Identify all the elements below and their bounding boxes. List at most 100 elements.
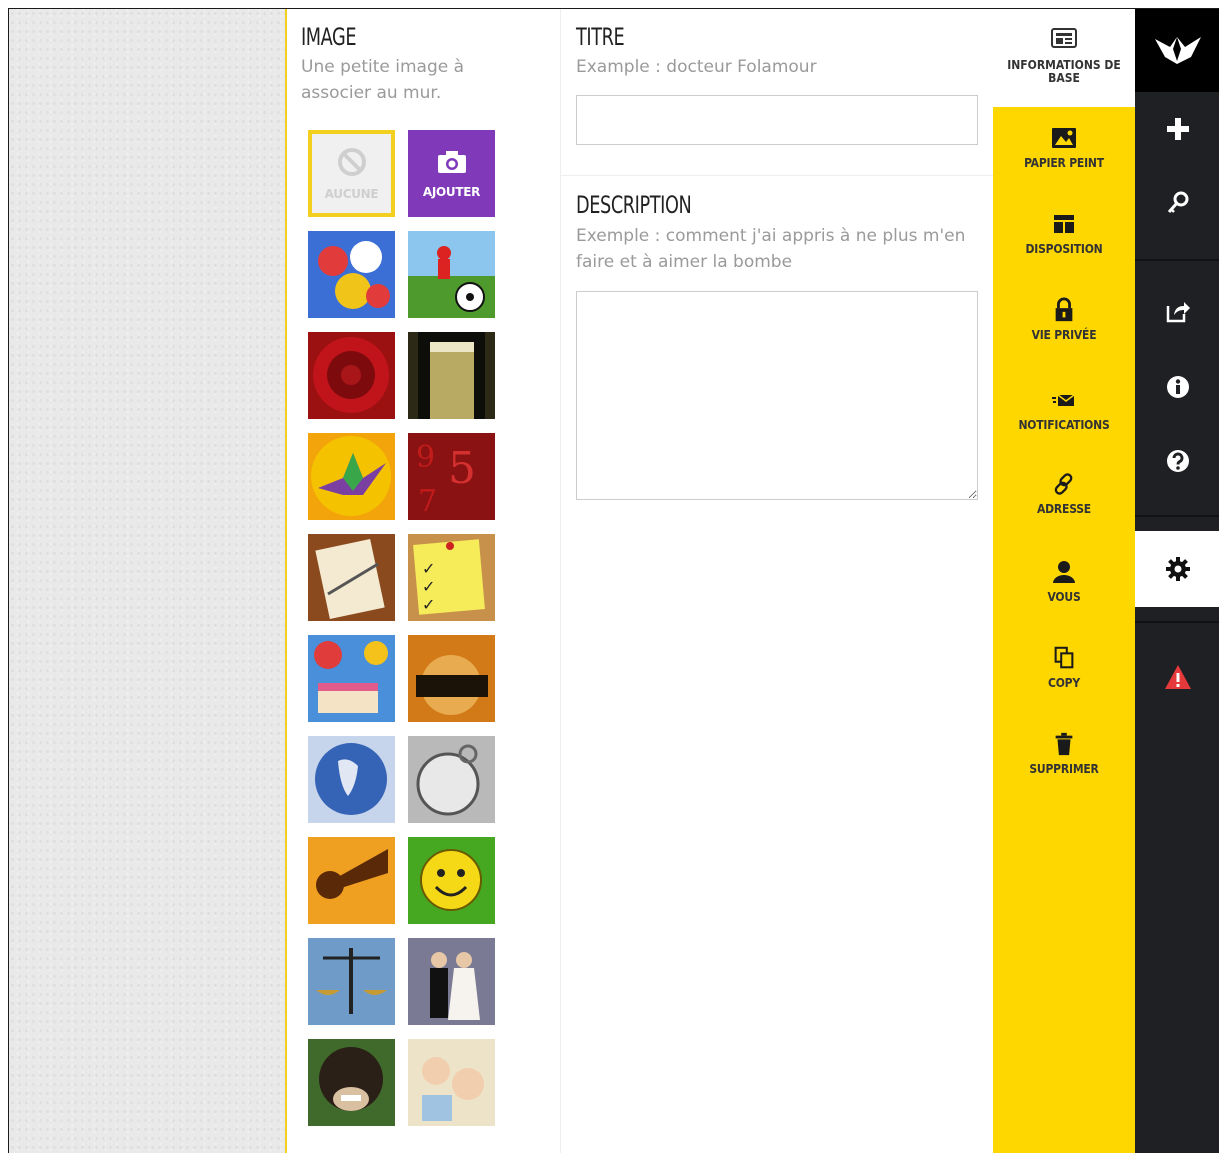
description-hint: Exemple : comment j'ai appris à ne plus … [576, 226, 966, 272]
title-hint: Example : docteur Folamour [576, 57, 817, 77]
thumb-balloons-image [318, 241, 390, 309]
thumb-balloons[interactable] [308, 231, 395, 318]
key-button[interactable] [1135, 181, 1219, 225]
thumb-smiley-image [408, 837, 495, 924]
menu-label-copy: COPY [1047, 676, 1081, 690]
no-image-label: AUCUNE [324, 186, 379, 201]
settings-button[interactable] [1135, 531, 1219, 607]
help-icon [1166, 450, 1189, 472]
envelope-icon [1052, 394, 1075, 406]
menu-item-delete[interactable]: SUPPRIMER [993, 731, 1135, 775]
add-image-label: AJOUTER [422, 184, 481, 199]
thumb-watch[interactable] [408, 736, 495, 823]
menu-item-notifications[interactable]: NOTIFICATIONS [993, 387, 1135, 431]
description-textarea[interactable] [576, 291, 978, 500]
thumb-smiley[interactable] [408, 837, 495, 924]
svg-text:7: 7 [418, 484, 437, 519]
thumb-wedding[interactable] [408, 938, 495, 1025]
help-button[interactable] [1135, 439, 1219, 483]
thumb-soccer-image [408, 231, 495, 318]
svg-text:✓: ✓ [422, 559, 435, 578]
crane-logo-icon [1155, 37, 1201, 64]
menu-label-address: ADRESSE [1036, 502, 1091, 516]
thumb-checklist-image: ✓✓✓ [413, 539, 485, 615]
info-icon [1166, 376, 1189, 398]
title-heading: TITRE [576, 23, 625, 51]
settings-panel: IMAGE Une petite image à associer au mur… [285, 9, 993, 1153]
thumb-soccer[interactable] [408, 231, 495, 318]
menu-item-you[interactable]: VOUS [993, 559, 1135, 603]
menu-label-layout: DISPOSITION [1025, 242, 1103, 256]
menu-label-delete: SUPPRIMER [1029, 762, 1099, 776]
menu-label-you: VOUS [1047, 590, 1081, 604]
user-icon [1053, 561, 1075, 583]
image-column: IMAGE Une petite image à associer au mur… [287, 9, 561, 1153]
thumb-megaphone[interactable] [308, 837, 395, 924]
no-image-button[interactable]: AUCUNE [308, 130, 395, 217]
thumb-wedding-image [408, 938, 495, 1025]
menu-item-wallpaper[interactable]: PAPIER PEINT [993, 125, 1135, 169]
layout-icon [1054, 215, 1074, 233]
share-icon [1166, 302, 1190, 323]
plus-icon [1166, 118, 1189, 140]
settings-menu: INFORMATIONS DE BASE PAPIER PEINT DISPOS… [993, 9, 1135, 1153]
menu-item-copy[interactable]: COPY [993, 645, 1135, 689]
info-button[interactable] [1135, 365, 1219, 409]
lock-icon [1055, 297, 1073, 322]
thumb-chimp[interactable] [308, 1039, 395, 1126]
thumb-watch-image [408, 736, 495, 823]
thumb-crowd[interactable] [408, 635, 495, 722]
menu-label-basic-info: INFORMATIONS DE BASE [1007, 58, 1121, 85]
info-card-icon [1051, 28, 1077, 48]
thumb-birthday-image [308, 635, 395, 722]
svg-text:9: 9 [416, 440, 435, 475]
title-input[interactable] [576, 95, 978, 145]
thumb-babies-image [408, 1039, 495, 1126]
thumb-scales[interactable] [308, 938, 395, 1025]
thumb-checklist[interactable]: ✓ ✓ ✓ [408, 534, 495, 621]
svg-text:5: 5 [448, 443, 476, 494]
image-hint: Une petite image à associer au mur. [301, 57, 465, 103]
key-icon [1167, 191, 1188, 213]
svg-text:✓: ✓ [422, 595, 435, 614]
thumb-rose[interactable] [308, 332, 395, 419]
menu-item-privacy[interactable]: VIE PRIVÉE [993, 297, 1135, 341]
image-heading: IMAGE [301, 23, 357, 51]
thumb-origami[interactable] [308, 433, 395, 520]
thumb-rose-image [313, 337, 389, 413]
svg-text:✓: ✓ [422, 577, 435, 596]
menu-label-privacy: VIE PRIVÉE [1031, 328, 1097, 342]
menu-label-notifications: NOTIFICATIONS [1018, 418, 1110, 432]
thumb-chimp-image [308, 1039, 395, 1126]
thumb-birthday[interactable] [308, 635, 395, 722]
rail-divider [1135, 621, 1219, 623]
thumb-crowd-image [408, 635, 495, 722]
logo-area[interactable] [1135, 9, 1219, 92]
thumb-numbers-image: 9 57 [416, 440, 476, 519]
warning-icon [1164, 665, 1191, 689]
thumb-globe[interactable] [308, 736, 395, 823]
camera-icon [437, 150, 466, 173]
thumb-champagne[interactable] [408, 332, 495, 419]
thumb-megaphone-image [308, 837, 395, 924]
menu-item-layout[interactable]: DISPOSITION [993, 211, 1135, 255]
thumb-globe-image [308, 736, 395, 823]
menu-item-address[interactable]: ADRESSE [993, 471, 1135, 515]
link-icon [1054, 473, 1073, 495]
add-image-button[interactable]: AJOUTER [408, 130, 495, 217]
thumb-champagne-image [418, 332, 485, 419]
share-button[interactable] [1135, 289, 1219, 333]
menu-item-basic-info[interactable]: INFORMATIONS DE BASE [993, 9, 1135, 107]
add-button[interactable] [1135, 107, 1219, 151]
title-section: TITRE Example : docteur Folamour [561, 9, 993, 176]
thumb-babies[interactable] [408, 1039, 495, 1126]
report-button[interactable] [1135, 655, 1219, 699]
menu-label-wallpaper: PAPIER PEINT [1024, 156, 1104, 170]
thumb-numbers[interactable]: 957 [408, 433, 495, 520]
app-frame: IMAGE Une petite image à associer au mur… [8, 8, 1219, 1153]
rail-divider [1135, 259, 1219, 261]
copy-icon [1054, 646, 1074, 669]
thumb-origami-image [311, 436, 391, 516]
thumb-notebook[interactable] [308, 534, 395, 621]
gear-icon [1165, 557, 1190, 581]
